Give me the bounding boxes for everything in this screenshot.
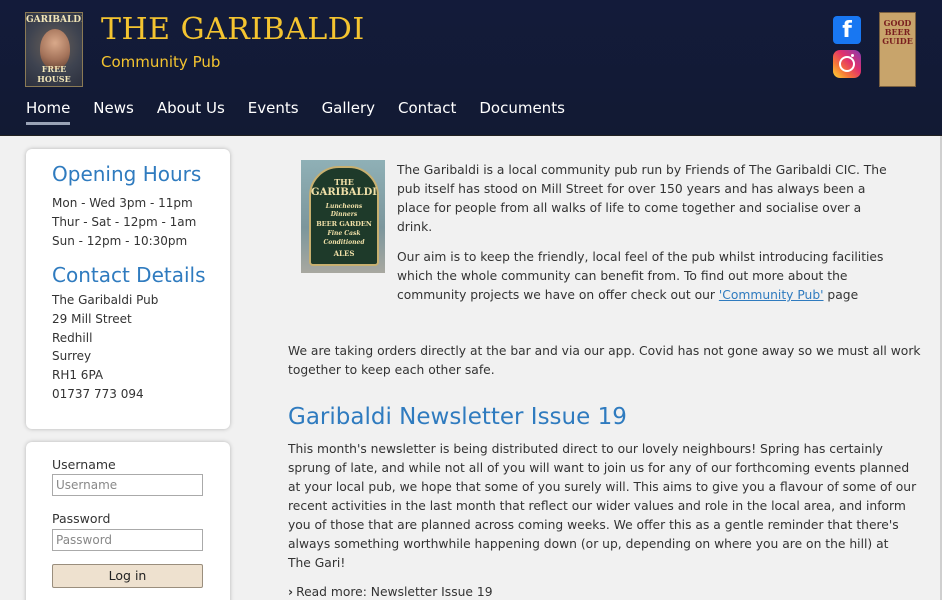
username-label: Username <box>52 457 116 472</box>
aim-paragraph: Our aim is to keep the friendly, local f… <box>397 248 883 305</box>
password-input[interactable] <box>52 529 203 551</box>
intro-paragraph: The Garibaldi is a local community pub r… <box>397 161 887 237</box>
contact-line: Redhill <box>52 331 93 345</box>
text-span: page <box>823 288 859 302</box>
username-input[interactable] <box>52 474 203 496</box>
site-header: GARIBALDI FREE HOUSE THE GARIBALDI Commu… <box>0 0 942 136</box>
text-line: pub itself has stood on Mill Street for … <box>397 182 866 196</box>
nav-news[interactable]: News <box>93 99 134 125</box>
text-line: recent activities in the last month that… <box>288 499 906 513</box>
contact-line: RH1 6PA <box>52 368 104 382</box>
main-nav: Home News About Us Events Gallery Contac… <box>26 99 588 125</box>
text-line: always something worthwhile happening do… <box>288 537 889 551</box>
login-panel: Username Password Log in <box>26 442 230 600</box>
contact-phone: 01737 773 094 <box>52 387 144 401</box>
opening-hours-panel: Opening Hours Mon - Wed 3pm - 11pm Thur … <box>26 149 230 429</box>
text-line: drink. <box>397 220 433 234</box>
text-line: you of those that are planned across com… <box>288 518 899 532</box>
text-line: which the whole community can benefit fr… <box>397 269 848 283</box>
good-beer-guide-text: GOOD BEER GUIDE <box>882 18 913 46</box>
logo-bottom-text: FREE HOUSE <box>37 64 71 84</box>
text-line: Our aim is to keep the friendly, local f… <box>397 250 884 264</box>
sign-text: ALES <box>333 249 355 258</box>
site-title[interactable]: THE GARIBALDI <box>101 12 365 47</box>
text-span: community projects we have on offer chec… <box>397 288 715 302</box>
nav-events[interactable]: Events <box>248 99 299 125</box>
sign-text: Conditioned <box>323 239 365 246</box>
covid-notice: We are taking orders directly at the bar… <box>288 342 921 380</box>
text-line: The Gari! <box>288 556 346 570</box>
site-subtitle: Community Pub <box>101 53 221 71</box>
text-line: The Garibaldi is a local community pub r… <box>397 163 887 177</box>
password-label: Password <box>52 511 111 526</box>
hours-line: Thur - Sat - 12pm - 1am <box>52 215 197 229</box>
contact-line: Surrey <box>52 349 92 363</box>
article-title[interactable]: Garibaldi Newsletter Issue 19 <box>288 404 627 430</box>
sign-text: GARIBALDI <box>311 187 377 198</box>
nav-about-us[interactable]: About Us <box>157 99 225 125</box>
sign-text: Dinners <box>330 211 358 218</box>
text-line: at your local pub, we hope that some of … <box>288 480 917 494</box>
nav-documents[interactable]: Documents <box>479 99 565 125</box>
garibaldi-portrait <box>40 29 70 69</box>
contact-details-title: Contact Details <box>52 263 206 287</box>
sign-text: Fine Cask <box>327 230 361 237</box>
text-line: community projects we have on offer chec… <box>397 286 883 305</box>
sign-text: BEER GARDEN <box>316 220 372 228</box>
nav-gallery[interactable]: Gallery <box>322 99 375 125</box>
sign-text: Luncheons <box>325 203 363 210</box>
hours-line: Sun - 12pm - 10:30pm <box>52 234 188 248</box>
text-line: together to keep each other safe. <box>288 363 495 377</box>
nav-home[interactable]: Home <box>26 99 71 125</box>
text-line: We are taking orders directly at the bar… <box>288 344 921 358</box>
read-more-link[interactable]: › Read more: Newsletter Issue 19 <box>288 585 493 599</box>
sign-board: THE GARIBALDI Luncheons Dinners BEER GAR… <box>309 166 379 266</box>
instagram-icon[interactable] <box>833 50 861 78</box>
text-line: place for people from all walks of life … <box>397 201 862 215</box>
facebook-icon[interactable]: f <box>833 16 861 44</box>
sign-text: THE <box>334 177 354 187</box>
article-body: This month's newsletter is being distrib… <box>288 440 916 573</box>
hours-line: Mon - Wed 3pm - 11pm <box>52 196 193 210</box>
contact-line: 29 Mill Street <box>52 312 132 326</box>
logo-top-text: GARIBALDI <box>26 15 83 25</box>
community-pub-link[interactable]: 'Community Pub' <box>719 288 824 302</box>
pub-sign-image: THE GARIBALDI Luncheons Dinners BEER GAR… <box>301 160 385 273</box>
nav-contact[interactable]: Contact <box>398 99 456 125</box>
text-line: This month's newsletter is being distrib… <box>288 442 883 456</box>
text-line: sprung of late, and while not all of you… <box>288 461 910 475</box>
read-more-label: Read more: Newsletter Issue 19 <box>296 585 493 599</box>
good-beer-guide-logo[interactable]: GOOD BEER GUIDE <box>879 12 916 87</box>
login-button[interactable]: Log in <box>52 564 203 588</box>
opening-hours-title: Opening Hours <box>52 162 202 186</box>
contact-line: The Garibaldi Pub <box>52 293 159 307</box>
garibaldi-logo[interactable]: GARIBALDI FREE HOUSE <box>25 12 83 87</box>
chevron-right-icon: › <box>288 585 294 599</box>
